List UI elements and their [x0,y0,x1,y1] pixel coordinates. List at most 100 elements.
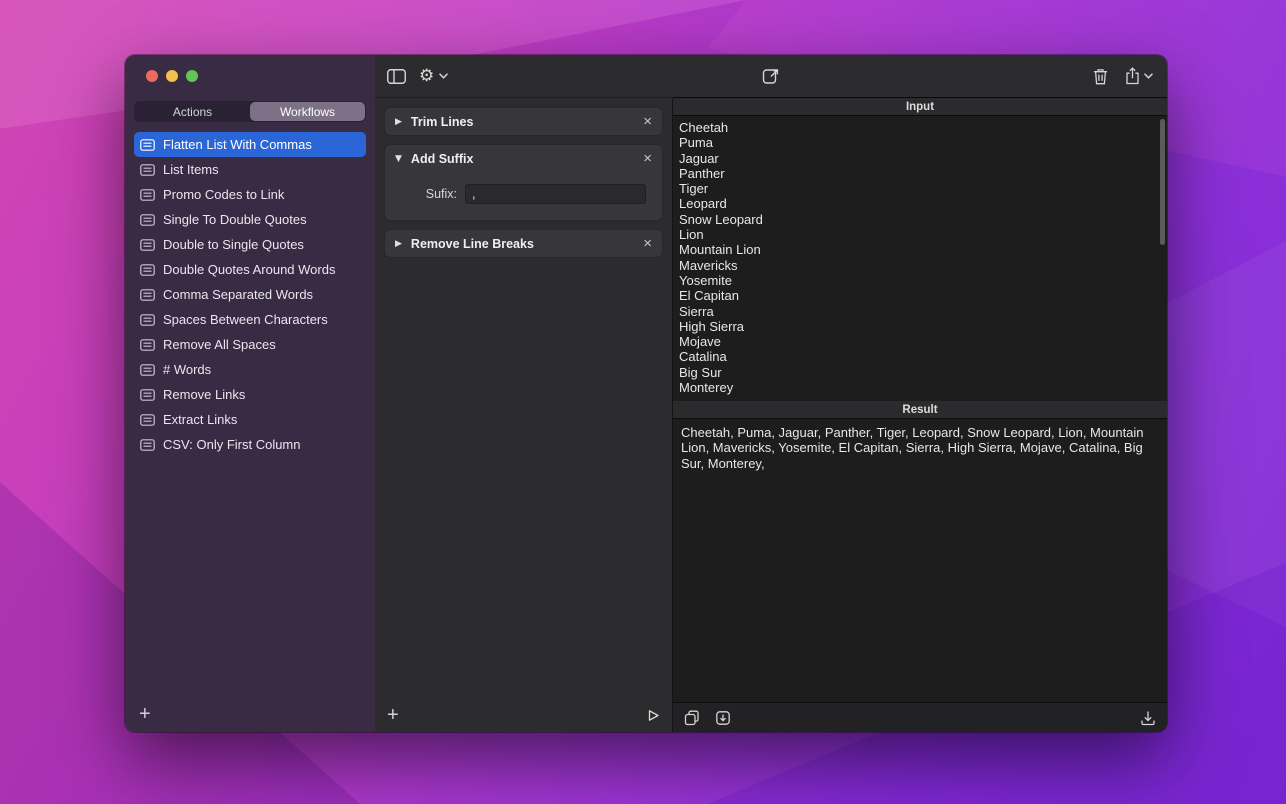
desktop-wallpaper: Actions Workflows Flatten List With Comm… [0,0,1286,804]
sidebar-item-csv-only-first-column[interactable]: CSV: Only First Column [134,432,366,457]
workflow-item-label: Remove Links [163,387,245,402]
workflow-icon [140,189,155,201]
workflow-item-label: Single To Double Quotes [163,212,307,227]
toggle-sidebar-button[interactable] [387,69,406,84]
delete-workflow-button[interactable] [1093,68,1108,85]
sidebar-item-spaces-between-characters[interactable]: Spaces Between Characters [134,307,366,332]
content-area: ▶ Trim Lines × ▼ Add Suffix × [375,98,1167,732]
save-result-button[interactable] [1140,710,1156,726]
step-add-suffix[interactable]: ▼ Add Suffix × Sufix: [384,144,663,221]
step-title: Remove Line Breaks [411,237,634,251]
remove-step-button[interactable]: × [643,151,652,166]
titlebar-traffic-lights [125,55,375,97]
suffix-input[interactable] [465,184,646,204]
workflow-icon [140,414,155,426]
sidebar-item-remove-all-spaces[interactable]: Remove All Spaces [134,332,366,357]
io-panel: Input CheetahPumaJaguarPantherTigerLeopa… [673,98,1167,732]
minimize-window-button[interactable] [166,70,178,82]
workflow-icon [140,239,155,251]
step-options: Sufix: [385,172,662,220]
tab-actions[interactable]: Actions [135,102,250,121]
add-step-button[interactable]: + [387,705,399,725]
chevron-down-icon [1144,73,1153,79]
scrollbar-thumb[interactable] [1160,119,1165,245]
input-line: Puma [679,135,1161,150]
workflow-icon [140,164,155,176]
play-icon [647,709,660,722]
steps-footer: + [375,698,672,732]
step-trim-lines[interactable]: ▶ Trim Lines × [384,107,663,136]
input-text[interactable]: CheetahPumaJaguarPantherTigerLeopardSnow… [673,116,1167,399]
input-line: High Sierra [679,319,1161,334]
zoom-window-button[interactable] [186,70,198,82]
sidebar: Actions Workflows Flatten List With Comm… [125,55,375,732]
close-window-button[interactable] [146,70,158,82]
input-line: Mavericks [679,258,1161,273]
input-header: Input [673,97,1167,116]
workflow-icon [140,264,155,276]
input-line: Snow Leopard [679,212,1161,227]
step-header: ▼ Add Suffix × [385,145,662,172]
disclosure-triangle-icon[interactable]: ▼ [395,154,402,164]
toolbar-left: ⚙ [387,68,448,85]
run-workflow-button[interactable] [647,709,660,722]
paste-to-input-button[interactable] [715,710,731,726]
sidebar-item-extract-links[interactable]: Extract Links [134,407,366,432]
input-area[interactable]: CheetahPumaJaguarPantherTigerLeopardSnow… [673,116,1167,401]
copy-result-button[interactable] [684,710,700,726]
input-line: Mojave [679,334,1161,349]
tab-workflows[interactable]: Workflows [250,102,365,121]
workflow-icon [140,214,155,226]
clipboard-icon [762,67,780,85]
result-text: Cheetah, Puma, Jaguar, Panther, Tiger, L… [673,419,1167,477]
sidebar-item-double-to-single-quotes[interactable]: Double to Single Quotes [134,232,366,257]
workflow-list: Flatten List With Commas List Items Promo … [125,130,375,696]
settings-menu-button[interactable]: ⚙ [419,68,448,85]
sidebar-item-remove-links[interactable]: Remove Links [134,382,366,407]
add-workflow-button[interactable]: + [139,704,151,724]
sidebar-item-double-quotes-around-words[interactable]: Double Quotes Around Words [134,257,366,282]
disclosure-triangle-icon[interactable]: ▶ [395,117,402,127]
io-footer [673,702,1167,732]
workflow-item-label: CSV: Only First Column [163,437,301,452]
workflow-item-label: # Words [163,362,211,377]
app-window: Actions Workflows Flatten List With Comm… [125,55,1167,732]
disclosure-triangle-icon[interactable]: ▶ [395,239,402,249]
input-line: Big Sur [679,365,1161,380]
sidebar-item-list-items[interactable]: List Items [134,157,366,182]
toolbar-right [1093,67,1153,85]
main-panel: ⚙ [375,55,1167,732]
workflow-icon [140,389,155,401]
workflow-icon [140,439,155,451]
clipboard-arrow-icon [715,710,731,726]
share-menu-button[interactable] [1125,67,1153,85]
workflow-item-label: List Items [163,162,219,177]
remove-step-button[interactable]: × [643,236,652,251]
sidebar-item-words[interactable]: # Words [134,357,366,382]
workflow-item-label: Flatten List With Commas [163,137,312,152]
remove-step-button[interactable]: × [643,114,652,129]
suffix-field-label: Sufix: [426,187,457,201]
sidebar-item-single-to-double-quotes[interactable]: Single To Double Quotes [134,207,366,232]
sidebar-toggle-icon [387,69,406,84]
result-header: Result [673,401,1167,419]
workflow-item-label: Double Quotes Around Words [163,262,335,277]
sidebar-footer: + [125,696,375,732]
workflow-icon [140,364,155,376]
sidebar-segmented-control: Actions Workflows [134,101,366,122]
result-area[interactable]: Cheetah, Puma, Jaguar, Panther, Tiger, L… [673,419,1167,702]
sidebar-item-flatten-list-with-commas[interactable]: Flatten List With Commas [134,132,366,157]
workflow-item-label: Remove All Spaces [163,337,276,352]
input-line: Lion [679,227,1161,242]
workflow-icon [140,339,155,351]
workflow-item-label: Extract Links [163,412,237,427]
clipboard-to-input-button[interactable] [762,67,780,85]
step-title: Trim Lines [411,115,634,129]
input-line: Catalina [679,349,1161,364]
sidebar-item-promo-codes-to-link[interactable]: Promo Codes to Link [134,182,366,207]
step-remove-line-breaks[interactable]: ▶ Remove Line Breaks × [384,229,663,258]
workflow-item-label: Comma Separated Words [163,287,313,302]
input-line: Monterey [679,380,1161,395]
input-line: El Capitan [679,288,1161,303]
sidebar-item-comma-separated-words[interactable]: Comma Separated Words [134,282,366,307]
